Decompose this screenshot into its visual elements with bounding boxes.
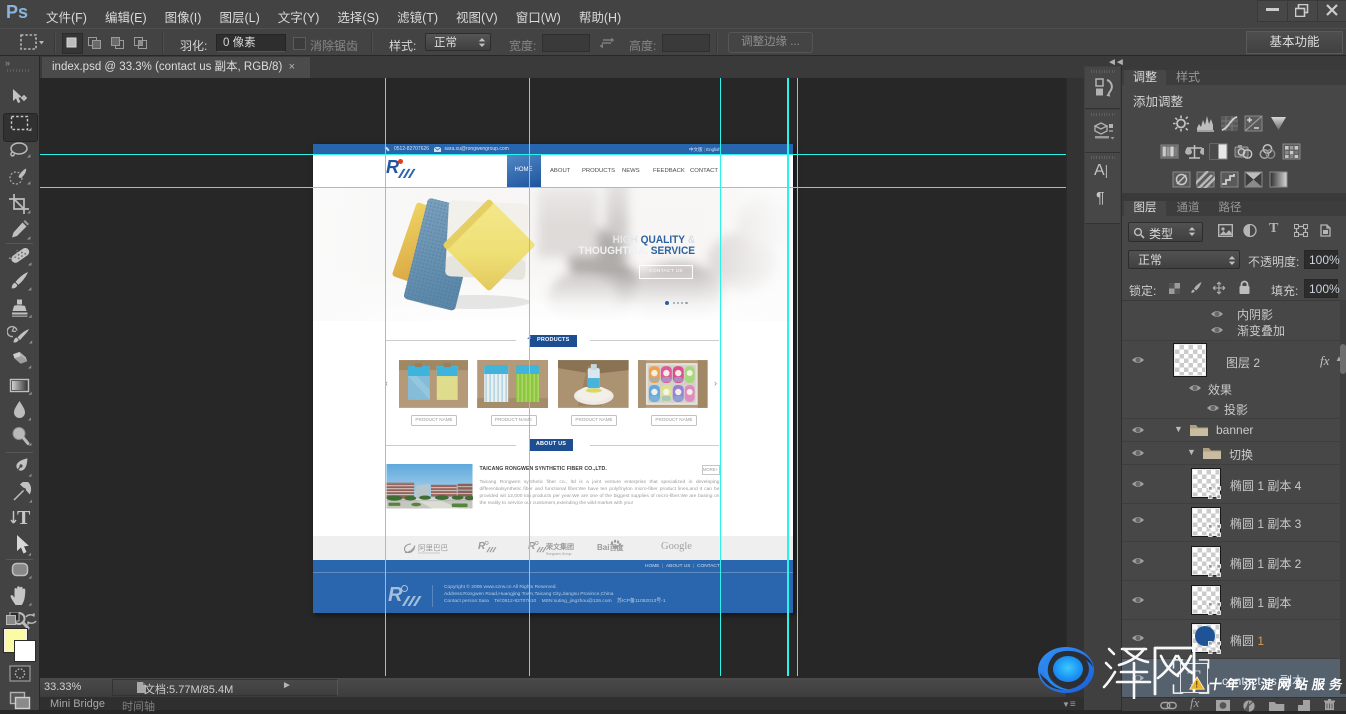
svg-text:T: T	[17, 507, 31, 528]
svg-text:!: !	[1195, 679, 1198, 689]
svg-text:阿里巴巴: 阿里巴巴	[418, 543, 448, 552]
